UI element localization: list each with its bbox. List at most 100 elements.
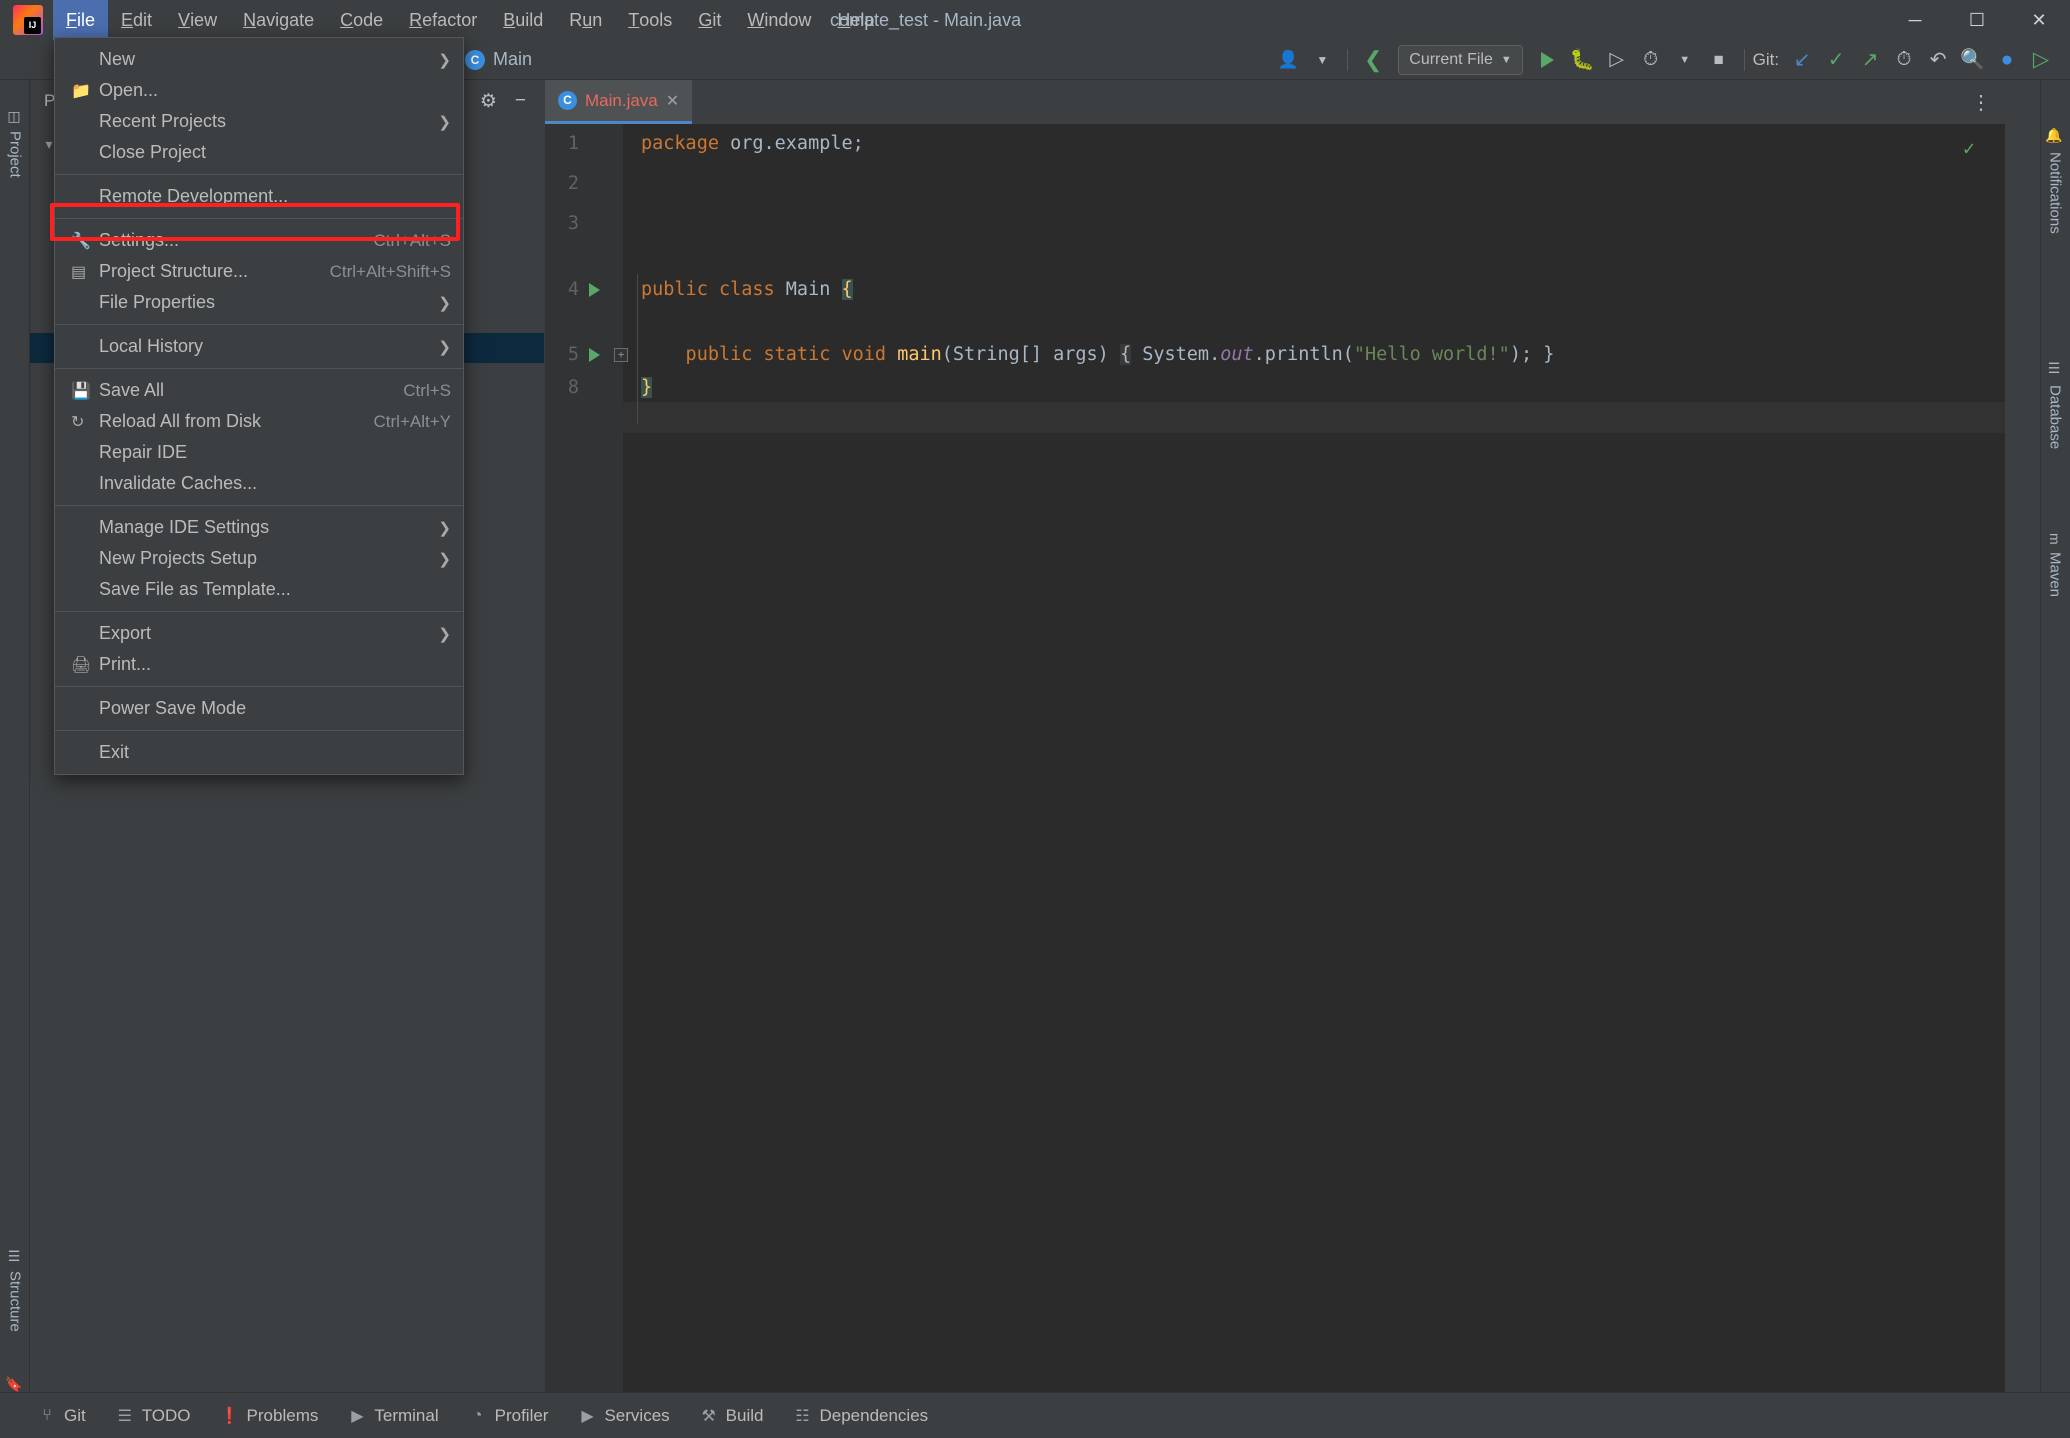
sidebar-item-database[interactable]: ☰ Database	[2040, 330, 2070, 480]
file-menu-item-power-save-mode[interactable]: Power Save Mode	[55, 693, 463, 724]
file-menu-item-exit[interactable]: Exit	[55, 737, 463, 768]
menu-view[interactable]: View	[165, 0, 230, 40]
close-icon[interactable]: ✕	[666, 91, 679, 111]
chevron-right-icon: ❯	[438, 519, 451, 537]
file-menu-item-repair-ide[interactable]: Repair IDE	[55, 437, 463, 468]
code-editor[interactable]: 1 2 3 4 5 8 + package org.example; publi…	[545, 124, 2005, 1418]
menu-item-label: Print...	[99, 654, 451, 675]
menu-item-label: Power Save Mode	[99, 698, 451, 719]
run-button[interactable]	[1531, 43, 1565, 77]
status-bar-item-problems[interactable]: ❗Problems	[221, 1406, 319, 1426]
file-menu-item-local-history[interactable]: Local History❯	[55, 331, 463, 362]
run-class-gutter-icon[interactable]	[589, 283, 600, 297]
status-bar-item-terminal[interactable]: ▶Terminal	[348, 1406, 438, 1426]
update-project-icon[interactable]: ↙	[1785, 43, 1819, 77]
chevron-right-icon: ❯	[438, 338, 451, 356]
history-icon[interactable]: ⏱	[1887, 43, 1921, 77]
file-menu-item-print[interactable]: 🖨Print...	[55, 649, 463, 680]
status-bar-item-profiler[interactable]: ◔Profiler	[469, 1406, 549, 1426]
menu-code[interactable]: Code	[327, 0, 396, 40]
menu-tools[interactable]: Tools	[615, 0, 685, 40]
file-menu-dropdown[interactable]: New❯📁Open...Recent Projects❯Close Projec…	[54, 37, 464, 775]
fold-expand-icon[interactable]: +	[614, 348, 628, 362]
menu-edit[interactable]: Edit	[108, 0, 165, 40]
file-menu-item-file-properties[interactable]: File Properties❯	[55, 287, 463, 318]
ai-assistant-icon[interactable]: ●	[1990, 43, 2024, 77]
file-menu-item-save-all[interactable]: 💾Save AllCtrl+S	[55, 375, 463, 406]
push-icon[interactable]: ↗	[1853, 43, 1887, 77]
menu-git[interactable]: Git	[685, 0, 734, 40]
bookmark-icon: 🔖	[7, 1376, 23, 1393]
settings-icon[interactable]: ▷	[2024, 43, 2058, 77]
file-menu-item-new[interactable]: New❯	[55, 44, 463, 75]
status-bar-item-label: TODO	[142, 1406, 191, 1426]
run-configuration-selector[interactable]: Current File ▼	[1398, 45, 1522, 75]
code-line-8: }	[641, 377, 652, 398]
editor-tab-main-java[interactable]: Main.java ✕	[545, 80, 692, 124]
rollback-icon[interactable]: ↶	[1921, 43, 1955, 77]
profiler-icon: ◔	[469, 1407, 487, 1425]
user-avatar-icon[interactable]: 👤	[1271, 43, 1305, 77]
search-everywhere-icon[interactable]: 🔍	[1955, 43, 1990, 77]
menu-refactor[interactable]: Refactor	[396, 0, 490, 40]
sidebar-item-maven[interactable]: m Maven	[2040, 510, 2070, 620]
menu-build[interactable]: Build	[490, 0, 556, 40]
menu-item-label: Repair IDE	[99, 442, 451, 463]
status-bar-item-build[interactable]: ⚒Build	[700, 1406, 764, 1426]
gear-icon[interactable]: ⚙	[480, 90, 497, 113]
hammer-build-icon[interactable]: ❮	[1356, 43, 1390, 77]
status-bar-item-git[interactable]: ⑂Git	[38, 1406, 86, 1426]
run-method-gutter-icon[interactable]	[589, 348, 600, 362]
status-bar-item-label: Build	[726, 1406, 764, 1426]
sidebar-item-notifications[interactable]: 🔔 Notifications	[2040, 90, 2070, 270]
maximize-button[interactable]: ☐	[1946, 0, 2008, 40]
close-button[interactable]: ✕	[2008, 0, 2070, 40]
file-menu-item-settings[interactable]: 🔧Settings...Ctrl+Alt+S	[55, 225, 463, 256]
file-menu-item-recent-projects[interactable]: Recent Projects❯	[55, 106, 463, 137]
chevron-down-icon[interactable]: ▼	[1668, 43, 1702, 77]
line-number: 1	[568, 133, 579, 154]
editor-options-button[interactable]: ⋮	[1971, 80, 1991, 124]
file-menu-item-close-project[interactable]: Close Project	[55, 137, 463, 168]
folder-icon: 📁	[71, 81, 99, 101]
menu-item-label: Reload All from Disk	[99, 411, 354, 432]
file-menu-item-open[interactable]: 📁Open...	[55, 75, 463, 106]
file-menu-item-manage-ide-settings[interactable]: Manage IDE Settings❯	[55, 512, 463, 543]
breadcrumb-label: Main	[493, 49, 532, 70]
profiler-button[interactable]: ⏱	[1634, 43, 1668, 77]
toolbar-divider	[1744, 49, 1745, 71]
inspection-status-icon[interactable]: ✓	[1963, 136, 1975, 160]
menu-separator	[55, 686, 463, 687]
menu-run[interactable]: Run	[556, 0, 615, 40]
chevron-down-icon[interactable]: ▼	[1305, 43, 1339, 77]
debug-button[interactable]: 🐛	[1565, 43, 1600, 77]
menu-file[interactable]: File	[53, 0, 108, 40]
file-menu-item-remote-development[interactable]: Remote Development...	[55, 181, 463, 212]
sidebar-item-project[interactable]: ◫ Project	[0, 88, 30, 198]
status-bar-item-label: Terminal	[374, 1406, 438, 1426]
menu-window[interactable]: Window	[734, 0, 824, 40]
minimize-button[interactable]: ─	[1884, 0, 1946, 40]
file-menu-item-export[interactable]: Export❯	[55, 618, 463, 649]
file-menu-item-reload-all-from-disk[interactable]: ↻Reload All from DiskCtrl+Alt+Y	[55, 406, 463, 437]
menu-item-label: Save All	[99, 380, 383, 401]
editor-tab-label: Main.java	[585, 91, 658, 111]
run-with-coverage-button[interactable]: ▷	[1600, 43, 1634, 77]
menu-bar: FileEditViewNavigateCodeRefactorBuildRun…	[53, 0, 887, 40]
file-menu-item-invalidate-caches[interactable]: Invalidate Caches...	[55, 468, 463, 499]
toolbar-divider	[1347, 49, 1348, 71]
status-bar-item-dependencies[interactable]: ☷Dependencies	[793, 1406, 928, 1426]
run-configuration-label: Current File	[1409, 51, 1493, 69]
commit-icon[interactable]: ✓	[1819, 43, 1853, 77]
status-bar-item-services[interactable]: ▶Services	[578, 1406, 669, 1426]
file-menu-item-project-structure[interactable]: ▤Project Structure...Ctrl+Alt+Shift+S	[55, 256, 463, 287]
file-menu-item-save-file-as-template[interactable]: Save File as Template...	[55, 574, 463, 605]
breadcrumb[interactable]: Main	[465, 49, 532, 70]
file-menu-item-new-projects-setup[interactable]: New Projects Setup❯	[55, 543, 463, 574]
stop-button[interactable]: ■	[1702, 43, 1736, 77]
status-bar-item-todo[interactable]: ☰TODO	[116, 1406, 191, 1426]
minimize-icon[interactable]: −	[515, 90, 526, 112]
sidebar-item-structure[interactable]: ☰ Structure	[0, 1230, 30, 1350]
menu-navigate[interactable]: Navigate	[230, 0, 327, 40]
editor-gutter[interactable]: 1 2 3 4 5 8 +	[545, 124, 623, 1418]
